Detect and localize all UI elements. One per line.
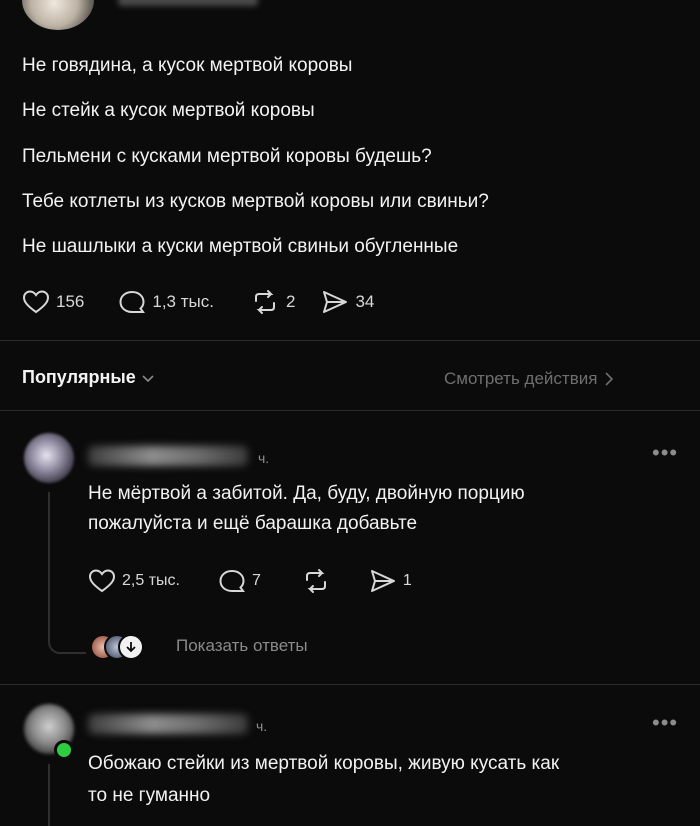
see-actions-link[interactable]: Смотреть действия	[444, 369, 614, 389]
post-author-name-blurred[interactable]	[118, 0, 258, 6]
comment-avatar[interactable]	[24, 433, 74, 483]
chevron-down-icon	[142, 374, 154, 382]
comment-bubble-icon	[119, 290, 146, 313]
post-repost-button[interactable]: 2	[250, 289, 295, 315]
repost-icon	[254, 290, 275, 314]
post-text-line-2: Не стейк а кусок мертвой коровы	[22, 100, 315, 121]
post-repost-count: 2	[285, 292, 296, 311]
comment-reply-count: 7	[251, 572, 261, 589]
post-like-button[interactable]: 156	[22, 289, 84, 315]
heart-icon	[22, 290, 50, 314]
comment-time: ч.	[258, 450, 270, 466]
chevron-right-icon	[605, 372, 614, 386]
comment-text-line-1: Не мёртвой а забитой. Да, буду, двойную …	[88, 483, 525, 504]
post-comment-button[interactable]: 1,3 тыс.	[118, 289, 214, 315]
post-author-avatar[interactable]	[22, 0, 94, 30]
heart-icon	[88, 569, 116, 593]
online-status-dot	[54, 740, 74, 760]
more-options-icon[interactable]: •••	[652, 710, 678, 736]
comment-share-count: 1	[402, 572, 412, 589]
more-options-icon[interactable]: •••	[652, 440, 678, 466]
post-text-line-4: Тебе котлеты из кусков мертвой коровы ил…	[22, 191, 489, 212]
sort-label: Популярные	[22, 367, 136, 387]
comment-time: ч.	[256, 718, 268, 734]
comment-repost-button[interactable]	[301, 568, 331, 594]
post-text-line-5: Не шашлыки а куски мертвой свиньи обугле…	[22, 236, 459, 257]
post-comment-count: 1,3 тыс.	[152, 292, 214, 311]
repost-icon	[305, 569, 326, 593]
comment-like-button[interactable]: 2,5 тыс.	[88, 568, 180, 594]
comment-author-name-blurred[interactable]	[88, 714, 248, 734]
thread-curve	[48, 638, 86, 654]
post-share-count: 34	[355, 292, 375, 311]
divider	[0, 684, 700, 685]
comment-text-line-2: пожалуйста и ещё барашка добавьте	[88, 513, 418, 534]
post-text-line-3: Пельмени с кусками мертвой коровы будешь…	[22, 146, 432, 167]
see-actions-label: Смотреть действия	[444, 369, 598, 388]
reply-avatars[interactable]	[90, 634, 170, 660]
show-replies-link[interactable]: Показать ответы	[176, 636, 308, 656]
divider	[0, 410, 700, 411]
comment-text-line-2: то не гуманно	[88, 785, 211, 806]
expand-replies-icon	[118, 634, 144, 660]
thread-line	[48, 492, 50, 640]
comment-reply-button[interactable]: 7	[218, 568, 261, 594]
send-icon	[370, 570, 395, 592]
comment-bubble-icon	[219, 569, 245, 592]
comment-author-name-blurred[interactable]	[88, 446, 248, 466]
comment-like-count: 2,5 тыс.	[122, 572, 180, 589]
comment-text-line-1: Обожаю стейки из мертвой коровы, живую к…	[88, 753, 560, 774]
comment-actions: 2,5 тыс. 7 1	[88, 568, 412, 594]
post-share-button[interactable]: 34	[321, 289, 374, 315]
sort-dropdown[interactable]: Популярные	[22, 367, 154, 388]
comment-share-button[interactable]: 1	[369, 568, 412, 594]
post-text-line-1: Не говядина, а кусок мертвой коровы	[22, 55, 353, 76]
send-icon	[323, 291, 348, 313]
post-actions: 156 1,3 тыс. 2 34	[22, 289, 374, 315]
thread-line	[48, 764, 50, 826]
divider	[0, 340, 700, 341]
post-like-count: 156	[56, 292, 85, 311]
